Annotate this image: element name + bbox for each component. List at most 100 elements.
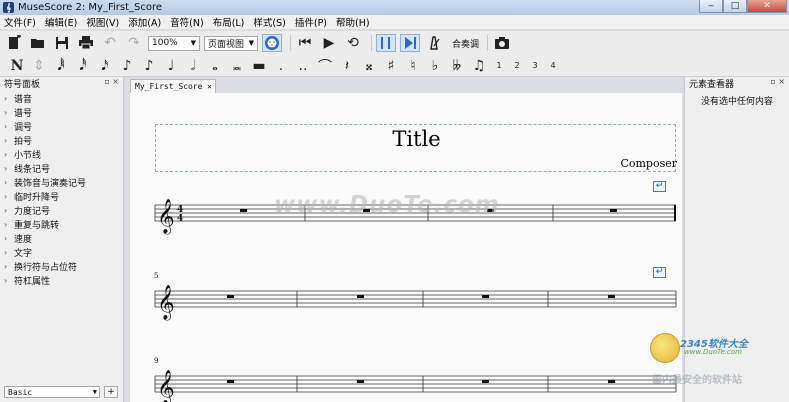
palette-item[interactable]: › 临时升降号 [4, 189, 123, 203]
menu-add[interactable]: 添加(A) [128, 15, 161, 29]
flip-direction-icon[interactable]: ♫ [468, 57, 490, 75]
add-workspace-button[interactable]: + [104, 386, 118, 398]
chevron-right-icon: › [4, 219, 8, 229]
menu-file[interactable]: 文件(F) [4, 15, 36, 29]
sharp-icon[interactable]: ♯ [380, 57, 402, 75]
redo-icon[interactable]: ↷ [124, 34, 144, 52]
score-page[interactable]: Title Composer ↵ ↵ 5 9 𝄞 4 4 𝄞 𝄞 [130, 93, 682, 402]
augmentation-dot-icon[interactable]: . [270, 57, 292, 75]
menu-layout[interactable]: 布局(L) [213, 15, 245, 29]
breve-icon[interactable]: 𝅜 [226, 57, 248, 75]
midi-input-icon[interactable] [262, 34, 282, 52]
site-logo-watermark: 2345软件大全 www.DuoTe.com 国内最安全的软件站 [648, 333, 788, 393]
palette-item-label: 文字 [14, 248, 33, 259]
palette-footer: Basic ▼ + [4, 386, 120, 398]
tab-my-first-score[interactable]: My_First_Score ✕ [130, 79, 216, 93]
workspace-select[interactable]: Basic ▼ [4, 386, 100, 398]
palette-item[interactable]: › 线条记号 [4, 161, 123, 175]
palette-item[interactable]: › 小节线 [4, 147, 123, 161]
voice-3-button[interactable]: 3 [526, 61, 544, 70]
palette-item-label: 调号 [14, 122, 33, 133]
palette-item[interactable]: › 装饰音与演奏记号 [4, 175, 123, 189]
undo-icon[interactable]: ↶ [100, 34, 120, 52]
thirty-second-note-icon[interactable]: 𝅘𝅥𝅰 [72, 57, 94, 75]
quarter-note-icon[interactable]: ♩ [160, 57, 182, 75]
sixty-fourth-note-icon[interactable]: 𝅘𝅥𝅱 [50, 57, 72, 75]
whole-rest [608, 380, 615, 383]
minimize-button[interactable]: ‒ [699, 0, 723, 13]
menu-style[interactable]: 样式(S) [253, 15, 285, 29]
chevron-right-icon: › [4, 261, 8, 271]
double-dot-icon[interactable]: .. [292, 57, 314, 75]
save-icon[interactable] [52, 34, 72, 52]
maximize-button[interactable]: □ [723, 0, 747, 13]
panel-float-close-icon[interactable]: ▫ × [770, 77, 785, 86]
menu-notes[interactable]: 音符(N) [170, 15, 204, 29]
palette-item[interactable]: › 谱号 [4, 105, 123, 119]
menu-help[interactable]: 帮助(H) [336, 15, 370, 29]
menu-view[interactable]: 视图(V) [86, 15, 119, 29]
zoom-select[interactable]: 100% ▼ [148, 35, 200, 51]
mascot-logo-icon [650, 333, 680, 363]
chevron-right-icon: › [4, 107, 8, 117]
whole-rest [240, 209, 247, 212]
loop-icon[interactable]: ⟲ [343, 34, 363, 52]
voice-2-button[interactable]: 2 [508, 61, 526, 70]
palette-title: 符号面板 [4, 80, 41, 90]
close-button[interactable]: ✕ [747, 0, 787, 13]
rest-icon[interactable]: 𝄽 [336, 57, 358, 75]
longa-icon[interactable]: ▬ [248, 57, 270, 75]
chevron-down-icon: ▼ [190, 38, 196, 47]
whole-rest [227, 380, 234, 383]
voice-4-button[interactable]: 4 [544, 61, 562, 70]
menu-plugins[interactable]: 插件(P) [295, 15, 327, 29]
playback-loop-icon[interactable] [376, 34, 396, 52]
new-file-icon[interactable] [4, 34, 24, 52]
note-entry-options-icon[interactable]: ⇕ [28, 57, 50, 75]
palette-item-label: 重复与跳转 [14, 220, 60, 231]
whole-note-icon[interactable]: 𝅝 [204, 57, 226, 75]
palette-item[interactable]: › 速度 [4, 231, 123, 245]
flat-icon[interactable]: ♭ [424, 57, 446, 75]
double-flat-icon[interactable]: 𝄫 [446, 57, 468, 75]
whole-rest [482, 380, 489, 383]
panel-float-close-icon[interactable]: ▫ × [104, 77, 119, 86]
palette-item[interactable]: › 文字 [4, 245, 123, 259]
eighth-note-icon[interactable]: ♪ [116, 57, 138, 75]
natural-icon[interactable]: ♮ [402, 57, 424, 75]
view-mode-select[interactable]: 页面视图 ▼ [204, 35, 258, 51]
chevron-right-icon: › [4, 163, 8, 173]
close-tab-icon[interactable]: ✕ [207, 80, 212, 93]
open-folder-icon[interactable] [28, 34, 48, 52]
image-capture-icon[interactable] [492, 34, 512, 52]
tie-icon[interactable]: ⌒ [314, 57, 336, 75]
score-view[interactable]: Title Composer ↵ ↵ 5 9 𝄞 4 4 𝄞 𝄞 [126, 93, 682, 402]
toolbar-separator [290, 35, 291, 51]
play-icon[interactable]: ▶ [319, 34, 339, 52]
palette-item[interactable]: › 谱音 [4, 91, 123, 105]
inspector-empty-message: 没有选中任何内容 [700, 97, 773, 107]
half-note-icon[interactable]: 𝅗𝅥 [182, 57, 204, 75]
voice-1-button[interactable]: 1 [490, 61, 508, 70]
print-icon[interactable] [76, 34, 96, 52]
palette-item[interactable]: › 换行符与占位符 [4, 259, 123, 273]
chevron-right-icon: › [4, 275, 8, 285]
palette-item-label: 换行符与占位符 [14, 262, 78, 273]
menu-edit[interactable]: 编辑(E) [45, 15, 77, 29]
eighth-note-alt-icon[interactable]: ♪ [138, 57, 160, 75]
note-input-mode-icon[interactable]: N [6, 57, 28, 75]
palette-item-label: 谱音 [14, 94, 33, 105]
palette-item[interactable]: › 拍号 [4, 133, 123, 147]
chevron-right-icon: › [4, 121, 8, 131]
palette-item[interactable]: › 力度记号 [4, 203, 123, 217]
palette-item[interactable]: › 重复与跳转 [4, 217, 123, 231]
chevron-right-icon: › [4, 205, 8, 215]
sixteenth-note-icon[interactable]: 𝅘𝅥𝅯 [94, 57, 116, 75]
palette-item[interactable]: › 调号 [4, 119, 123, 133]
concert-pitch-button[interactable]: 合奏调 [452, 37, 479, 50]
rewind-icon[interactable]: ⏮ [295, 34, 315, 52]
play-repeats-icon[interactable] [400, 34, 420, 52]
metronome-icon[interactable] [424, 34, 444, 52]
double-sharp-icon[interactable]: 𝄪 [358, 57, 380, 75]
palette-item[interactable]: › 符杠属性 [4, 273, 123, 287]
